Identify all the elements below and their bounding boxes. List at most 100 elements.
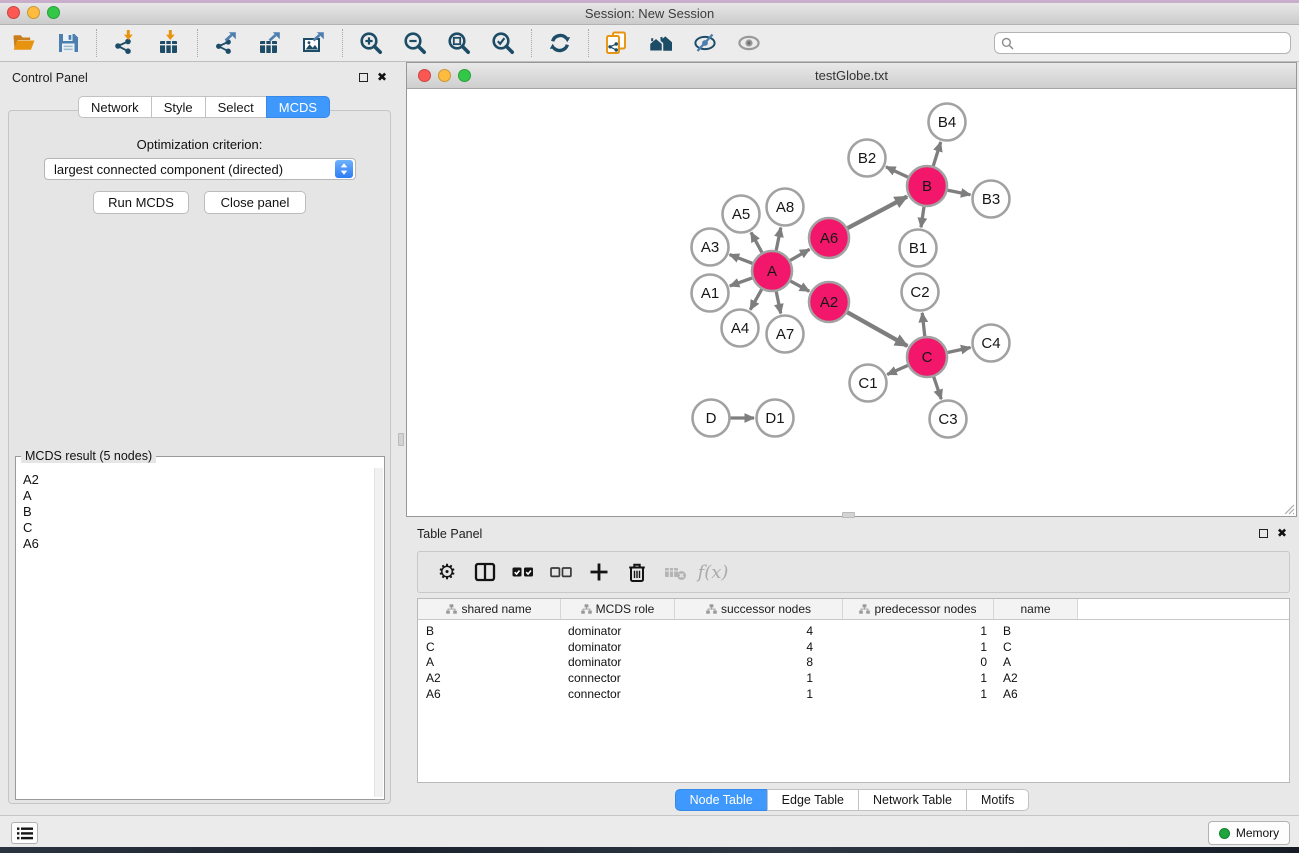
mcds-result-item[interactable]: A [23,488,384,504]
column-header-MCDS-role[interactable]: MCDS role [561,599,675,619]
zoom-window-button[interactable] [47,6,60,19]
export-image-button[interactable] [296,28,332,58]
graph-edge-A-A7[interactable] [776,291,781,313]
graph-edge-B-B2[interactable] [886,167,908,177]
tab-edge-table[interactable]: Edge Table [767,789,859,811]
column-header-predecessor-nodes[interactable]: predecessor nodes [843,599,994,619]
table-cell[interactable]: 1 [675,671,843,685]
column-header-name[interactable]: name [994,599,1078,619]
zoom-selected-button[interactable] [485,28,521,58]
table-cell[interactable]: A6 [994,687,1078,701]
table-cell[interactable]: B [994,624,1078,638]
table-row[interactable]: Cdominator41C [418,639,1289,655]
mcds-result-item[interactable]: C [23,520,384,536]
graph-edge-B-B3[interactable] [947,190,970,195]
table-cell[interactable]: A [994,655,1078,669]
graph-edge-C-C1[interactable] [887,365,908,374]
table-cell[interactable]: A6 [418,687,561,701]
close-panel-button[interactable]: Close panel [204,191,306,214]
network-zoom-button[interactable] [458,69,471,82]
table-cell[interactable]: connector [561,687,675,701]
tab-mcds[interactable]: MCDS [266,96,330,118]
settings-button[interactable]: ⚙ [431,556,463,588]
graph-edge-C-C3[interactable] [934,376,942,399]
search-input[interactable] [1014,34,1290,52]
show-panel-button[interactable] [731,28,767,58]
mcds-result-item[interactable]: A6 [23,536,384,552]
tab-select[interactable]: Select [205,96,267,118]
table-cell[interactable]: C [418,640,561,654]
network-window-titlebar[interactable]: testGlobe.txt [407,63,1296,89]
table-row[interactable]: Bdominator41B [418,623,1289,639]
table-cell[interactable]: C [994,640,1078,654]
table-cell[interactable]: dominator [561,624,675,638]
table-cell[interactable]: 4 [675,640,843,654]
graph-edge-A-A3[interactable] [730,255,753,264]
network-close-button[interactable] [418,69,431,82]
graph-edge-A-A1[interactable] [730,278,753,286]
graph-edge-A2-C[interactable] [847,312,908,346]
import-network-button[interactable] [107,28,143,58]
hide-panels-button[interactable] [687,28,723,58]
graph-edge-C-C4[interactable] [947,347,970,352]
result-scrollbar[interactable] [374,468,383,797]
refresh-button[interactable] [542,28,578,58]
table-cell[interactable]: connector [561,671,675,685]
graph-edge-B-B1[interactable] [921,206,924,227]
table-cell[interactable]: dominator [561,640,675,654]
zoom-fit-button[interactable] [441,28,477,58]
memory-button[interactable]: Memory [1208,821,1290,845]
table-panel-float-icon[interactable] [1259,529,1268,538]
deselect-all-button[interactable] [545,556,577,588]
table-cell[interactable]: 8 [675,655,843,669]
save-session-button[interactable] [50,28,86,58]
table-cell[interactable]: A [418,655,561,669]
table-cell[interactable]: 1 [843,687,994,701]
close-window-button[interactable] [7,6,20,19]
graph-edge-A6-B[interactable] [847,197,907,229]
table-cell[interactable]: 1 [675,687,843,701]
search-field[interactable] [994,32,1291,54]
network-canvas[interactable]: B4B2BB3A8A5A6B1A3AC2A1A2A4A7C4CC1C3DD1 [407,89,1296,516]
minimize-window-button[interactable] [27,6,40,19]
tab-node-table[interactable]: Node Table [675,789,768,811]
add-column-button[interactable] [583,556,615,588]
table-cell[interactable]: dominator [561,655,675,669]
graph-edge-A-A4[interactable] [750,289,762,310]
graph-edge-C-C2[interactable] [922,313,925,337]
vertical-splitter-handle[interactable] [398,433,404,446]
table-cell[interactable]: 1 [843,624,994,638]
control-panel-close-icon[interactable]: ✖ [377,72,387,82]
import-table-button[interactable] [151,28,187,58]
graph-edge-A-A5[interactable] [751,232,762,253]
task-history-button[interactable] [11,822,38,844]
resize-grip-icon[interactable] [1284,504,1295,515]
tab-style[interactable]: Style [151,96,206,118]
table-cell[interactable]: 4 [675,624,843,638]
delete-column-button[interactable] [621,556,653,588]
graph-edge-A-A6[interactable] [790,249,810,260]
column-header-successor-nodes[interactable]: successor nodes [675,599,843,619]
network-minimize-button[interactable] [438,69,451,82]
select-all-button[interactable] [507,556,539,588]
tab-network[interactable]: Network [78,96,152,118]
table-row[interactable]: A6connector11A6 [418,686,1289,702]
table-cell[interactable]: A2 [994,671,1078,685]
optimization-criterion-dropdown[interactable]: largest connected component (directed) [44,158,356,180]
tab-motifs[interactable]: Motifs [966,789,1029,811]
zoom-in-button[interactable] [353,28,389,58]
zoom-out-button[interactable] [397,28,433,58]
table-cell[interactable]: 0 [843,655,994,669]
clone-network-button[interactable] [599,28,635,58]
table-row[interactable]: A2connector11A2 [418,670,1289,686]
mcds-result-item[interactable]: B [23,504,384,520]
tab-network-table[interactable]: Network Table [858,789,967,811]
home-view-button[interactable] [643,28,679,58]
graph-edge-A-A8[interactable] [776,228,781,251]
table-cell[interactable]: A2 [418,671,561,685]
table-row[interactable]: Adominator80A [418,655,1289,671]
run-mcds-button[interactable]: Run MCDS [93,191,189,214]
column-header-shared-name[interactable]: shared name [418,599,561,619]
table-cell[interactable]: 1 [843,640,994,654]
table-panel-close-icon[interactable]: ✖ [1277,528,1287,538]
